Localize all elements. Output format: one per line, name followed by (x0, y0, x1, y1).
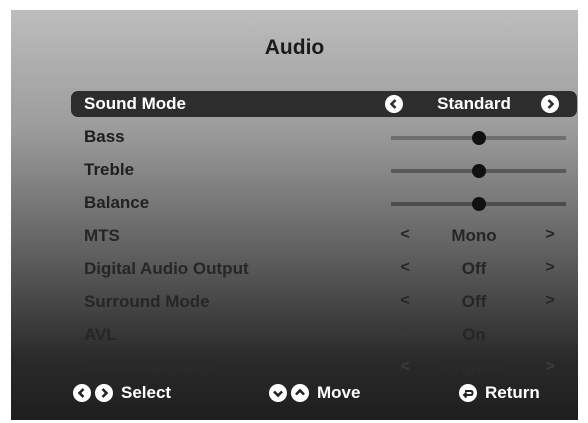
row-label: Digital Audio Output (84, 259, 249, 278)
chevron-right-icon[interactable]: > (543, 358, 557, 376)
bass-slider[interactable] (391, 131, 566, 145)
return-icon (459, 384, 477, 402)
chevron-left-icon[interactable]: < (398, 292, 412, 310)
chevron-right-icon[interactable]: > (543, 325, 557, 343)
chevron-right-icon[interactable] (541, 95, 559, 113)
row-value: English (443, 358, 505, 377)
chevron-right-icon[interactable]: > (543, 226, 557, 244)
menu-row-avl[interactable]: AVL < On > (71, 322, 577, 348)
row-value: On (462, 325, 486, 344)
row-label: Audio Language (84, 358, 218, 377)
chevron-right-icon (95, 384, 113, 402)
menu-row-treble[interactable]: Treble (71, 157, 577, 183)
balance-slider[interactable] (391, 197, 566, 211)
row-label: Surround Mode (84, 292, 210, 311)
row-label: Treble (84, 160, 135, 179)
treble-slider[interactable] (391, 164, 566, 178)
menu-row-digital-audio-output[interactable]: Digital Audio Output < Off > (71, 256, 577, 282)
slider-knob[interactable] (471, 197, 486, 211)
chevron-left-icon[interactable]: < (398, 259, 412, 277)
move-hint: Move (317, 383, 361, 402)
footer-help-bar: Select Move Return (71, 381, 577, 405)
menu-row-audio-language[interactable]: Audio Language < English > (71, 355, 577, 381)
menu-row-surround-mode[interactable]: Surround Mode < Off > (71, 289, 577, 315)
select-hint: Select (121, 383, 172, 402)
row-value: Off (461, 259, 487, 278)
slider-knob[interactable] (471, 164, 486, 178)
row-label: Bass (84, 127, 125, 146)
chevron-left-icon[interactable] (385, 95, 403, 113)
chevron-left-icon[interactable]: < (398, 226, 412, 244)
chevron-up-icon (291, 384, 309, 402)
menu-row-bass[interactable]: Bass (71, 124, 577, 150)
row-label: Balance (84, 193, 150, 212)
chevron-down-icon (269, 384, 287, 402)
chevron-right-icon[interactable]: > (543, 292, 557, 310)
chevron-left-icon (73, 384, 91, 402)
row-label: MTS (84, 226, 120, 245)
menu-title: Audio (264, 36, 325, 59)
chevron-left-icon[interactable]: < (398, 358, 412, 376)
return-hint: Return (485, 383, 540, 402)
row-label: Sound Mode (84, 94, 186, 113)
chevron-right-icon[interactable]: > (543, 259, 557, 277)
menu-row-balance[interactable]: Balance (71, 190, 577, 216)
slider-knob[interactable] (471, 131, 486, 145)
menu-row-mts[interactable]: MTS < Mono > (71, 223, 577, 249)
row-value: Standard (437, 94, 511, 113)
audio-menu-panel: Audio Sound Mode Standard Bass Treble Ba… (11, 10, 578, 420)
row-value: Off (461, 292, 487, 311)
row-label: AVL (84, 325, 117, 344)
menu-row-sound-mode[interactable]: Sound Mode Standard (71, 91, 577, 117)
chevron-left-icon[interactable]: < (398, 325, 412, 343)
row-value: Mono (451, 226, 497, 245)
